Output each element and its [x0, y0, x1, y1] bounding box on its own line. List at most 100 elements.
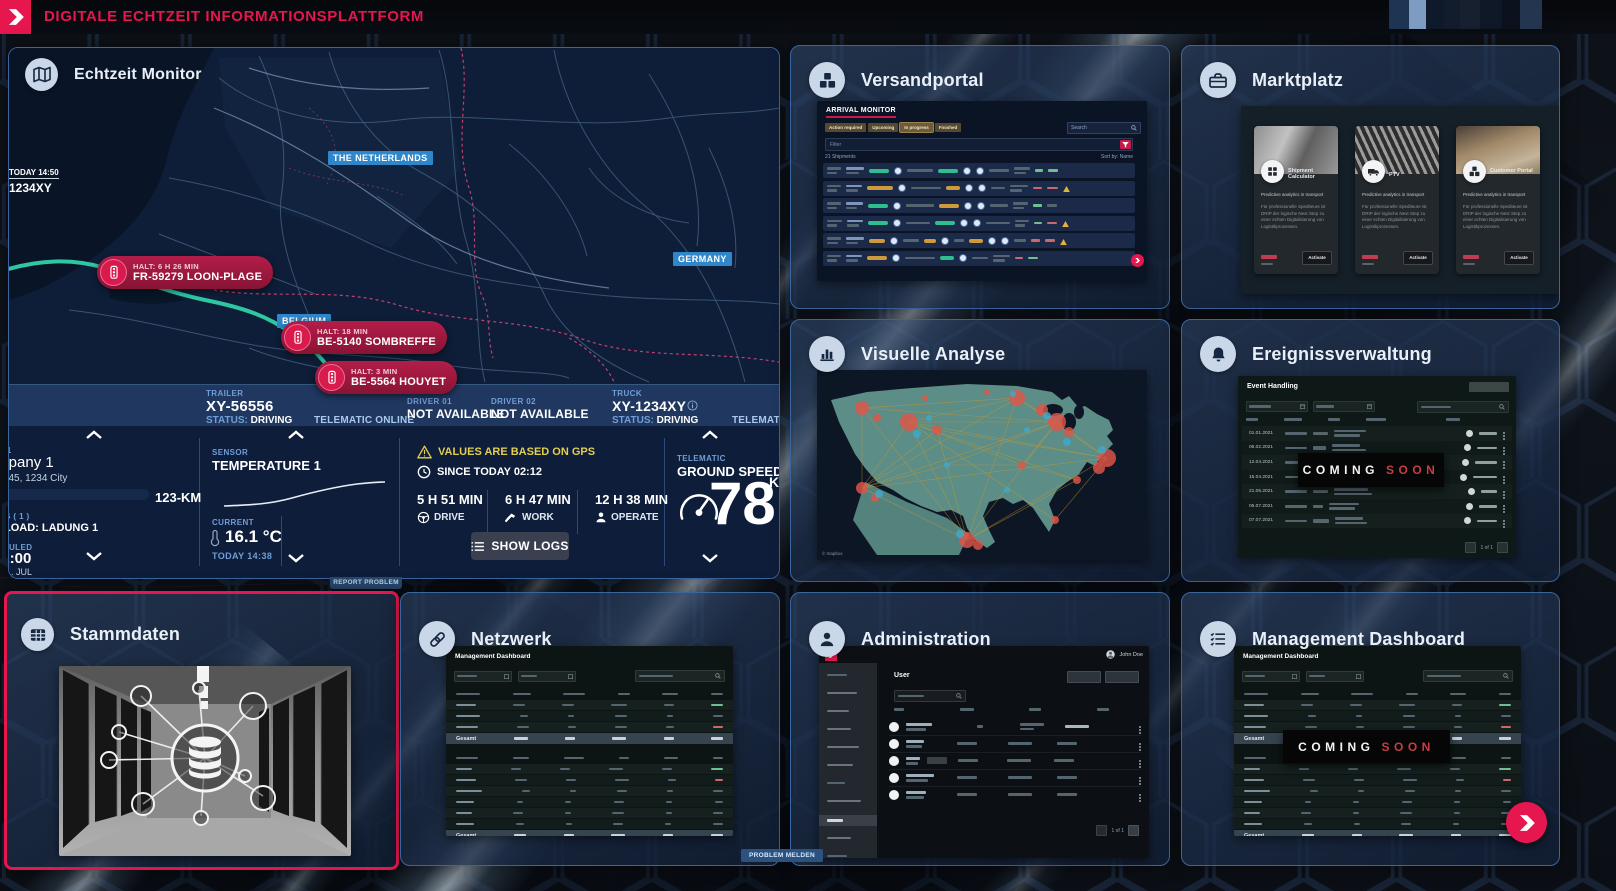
sidebar-item-active[interactable] — [819, 815, 877, 826]
kebab-menu-icon[interactable] — [1139, 794, 1141, 796]
date-to-input[interactable] — [518, 671, 576, 682]
event-row[interactable]: 01.01.2021 — [1242, 426, 1512, 441]
event-row[interactable]: 05.07.2021 — [1242, 499, 1512, 514]
kebab-menu-icon[interactable] — [1503, 505, 1505, 507]
toolbox-icon — [1200, 62, 1236, 98]
admin-search-input[interactable] — [894, 690, 966, 702]
scheduled-time: 12:00 — [8, 550, 31, 567]
date-from-input[interactable] — [1246, 401, 1308, 412]
map-stop-marker-2[interactable]: HALT: 18 MINBE-5140 SOMBREFFE — [281, 321, 447, 354]
activate-button[interactable]: Activate — [1302, 251, 1332, 265]
notification-badge[interactable] — [1131, 254, 1144, 267]
tile-marktplatz[interactable]: Marktplatz Shipment Calculator Predictiv… — [1181, 45, 1560, 309]
tile-administration[interactable]: Administration John Doe — [790, 592, 1170, 866]
date-to-input[interactable] — [1306, 671, 1364, 682]
tile-stammdaten-selected[interactable]: Stammdaten — [4, 591, 399, 870]
shipment-row[interactable] — [823, 163, 1135, 178]
app-card-shipment-calculator[interactable]: Shipment Calculator Predictive analytics… — [1254, 126, 1338, 274]
shipment-row[interactable] — [823, 233, 1135, 248]
app-title: DIGITALE ECHTZEIT INFORMATIONSPLATTFORM — [44, 8, 424, 25]
info-icon[interactable] — [687, 400, 698, 411]
activate-button[interactable]: Activate — [1504, 251, 1534, 265]
table-row — [446, 775, 733, 785]
arrow-logo-icon — [1516, 812, 1538, 834]
admin-user-row[interactable] — [889, 735, 1141, 753]
clock-icon — [417, 465, 431, 479]
admin-user-row[interactable] — [889, 718, 1141, 736]
table-row — [446, 711, 733, 721]
activate-button[interactable]: Activate — [1403, 251, 1433, 265]
kebab-menu-icon[interactable] — [1503, 520, 1505, 522]
chevron-down-icon[interactable] — [701, 554, 719, 563]
problem-melden-tab[interactable]: PROBLEM MELDEN — [741, 849, 823, 862]
shipment-row[interactable] — [823, 181, 1135, 196]
chevron-up-icon[interactable] — [701, 430, 719, 439]
tile-title: Netzwerk — [471, 629, 552, 650]
search-input[interactable] — [1423, 670, 1513, 682]
chevron-up-icon[interactable] — [287, 430, 305, 439]
app-logo[interactable] — [0, 0, 31, 34]
map-stop-marker-3[interactable]: HALT: 3 MINBE-5564 HOUYET — [315, 361, 457, 394]
monitor-search-input[interactable]: Search — [1067, 122, 1141, 134]
table-row — [1234, 764, 1521, 774]
app-card-customer-portal[interactable]: Customer Portal Predictive analytics in … — [1456, 126, 1540, 274]
table-row — [446, 819, 733, 829]
route-map[interactable]: TODAY 14:50 1234XY THE NETHERLANDS BELGI… — [9, 48, 779, 384]
kebab-menu-icon[interactable] — [1139, 777, 1141, 779]
chevron-down-icon[interactable] — [85, 552, 103, 561]
prev-page-button[interactable] — [1096, 825, 1107, 836]
country-label-netherlands: THE NETHERLANDS — [328, 151, 433, 165]
monitor-filter-input[interactable]: Filter — [825, 138, 1133, 151]
sort-by[interactable]: Sort by: Name — [1101, 154, 1133, 160]
map-stop-marker-1[interactable]: HALT: 6 H 26 MINFR-59279 LOON-PLAGE — [97, 256, 273, 289]
admin-action-button[interactable] — [1067, 671, 1101, 683]
shipment-row[interactable] — [823, 251, 1135, 266]
steering-wheel-icon — [417, 511, 430, 524]
tile-versandportal[interactable]: Versandportal ARRIVAL MONITOR Action req… — [790, 45, 1170, 309]
add-new-button[interactable] — [1469, 382, 1509, 392]
show-logs-button[interactable]: SHOW LOGS — [471, 532, 569, 560]
fab-logo-button[interactable] — [1506, 802, 1547, 843]
tile-ereignissverwaltung[interactable]: Ereignissverwaltung Event Handling 01.01… — [1181, 319, 1560, 582]
kebab-menu-icon[interactable] — [1503, 447, 1505, 449]
kebab-menu-icon[interactable] — [1503, 461, 1505, 463]
date-to-input[interactable] — [1313, 401, 1375, 412]
admin-user-row[interactable] — [889, 752, 1141, 770]
event-row[interactable]: 07.07.2021 — [1242, 514, 1512, 529]
prev-page-button[interactable] — [1465, 542, 1476, 553]
admin-action-button[interactable] — [1105, 671, 1139, 683]
report-problem-tab[interactable]: REPORT PROBLEM — [330, 577, 402, 589]
chevron-down-icon[interactable] — [287, 554, 305, 563]
admin-user-row[interactable] — [889, 769, 1141, 787]
trailer-telematic: TELEMATIC ONLINE — [314, 415, 414, 426]
next-page-button[interactable] — [1128, 825, 1139, 836]
kebab-menu-icon[interactable] — [1139, 726, 1141, 728]
tab-action-required[interactable]: Action required — [825, 123, 866, 132]
kebab-menu-icon[interactable] — [1503, 476, 1505, 478]
tile-management-dashboard[interactable]: Management Dashboard Management Dashboar… — [1181, 592, 1560, 866]
event-search-input[interactable] — [1417, 401, 1509, 413]
next-page-button[interactable] — [1497, 542, 1508, 553]
filter-funnel-icon[interactable] — [1120, 140, 1131, 149]
admin-user[interactable]: John Doe — [1106, 650, 1143, 659]
app-card-ptv[interactable]: PTV Predictive analytics in transport Fü… — [1355, 126, 1439, 274]
tile-netzwerk[interactable]: Netzwerk Management Dashboard Gesamt — [400, 592, 780, 866]
shipment-row[interactable] — [823, 216, 1135, 231]
tab-finished[interactable]: Finished — [935, 123, 962, 132]
tile-visuelle-analyse[interactable]: Visuelle Analyse — [790, 319, 1170, 582]
date-from-input[interactable] — [1242, 671, 1300, 682]
kebab-menu-icon[interactable] — [1503, 432, 1505, 434]
tab-in-progress[interactable]: In progress — [900, 123, 933, 132]
admin-user-row[interactable] — [889, 786, 1141, 803]
shipment-row[interactable] — [823, 198, 1135, 213]
kebab-menu-icon[interactable] — [1139, 760, 1141, 762]
search-input[interactable] — [635, 670, 725, 682]
chevron-up-icon[interactable] — [85, 430, 103, 439]
kebab-menu-icon[interactable] — [1503, 491, 1505, 493]
sensor-label: SENSOR — [212, 448, 248, 457]
date-from-input[interactable] — [454, 671, 512, 682]
kebab-menu-icon[interactable] — [1139, 743, 1141, 745]
tab-upcoming[interactable]: Upcoming — [868, 123, 898, 132]
stop-distance: 123-KM — [155, 490, 201, 505]
tile-echtzeit-monitor[interactable]: TODAY 14:50 1234XY THE NETHERLANDS BELGI… — [8, 47, 780, 579]
